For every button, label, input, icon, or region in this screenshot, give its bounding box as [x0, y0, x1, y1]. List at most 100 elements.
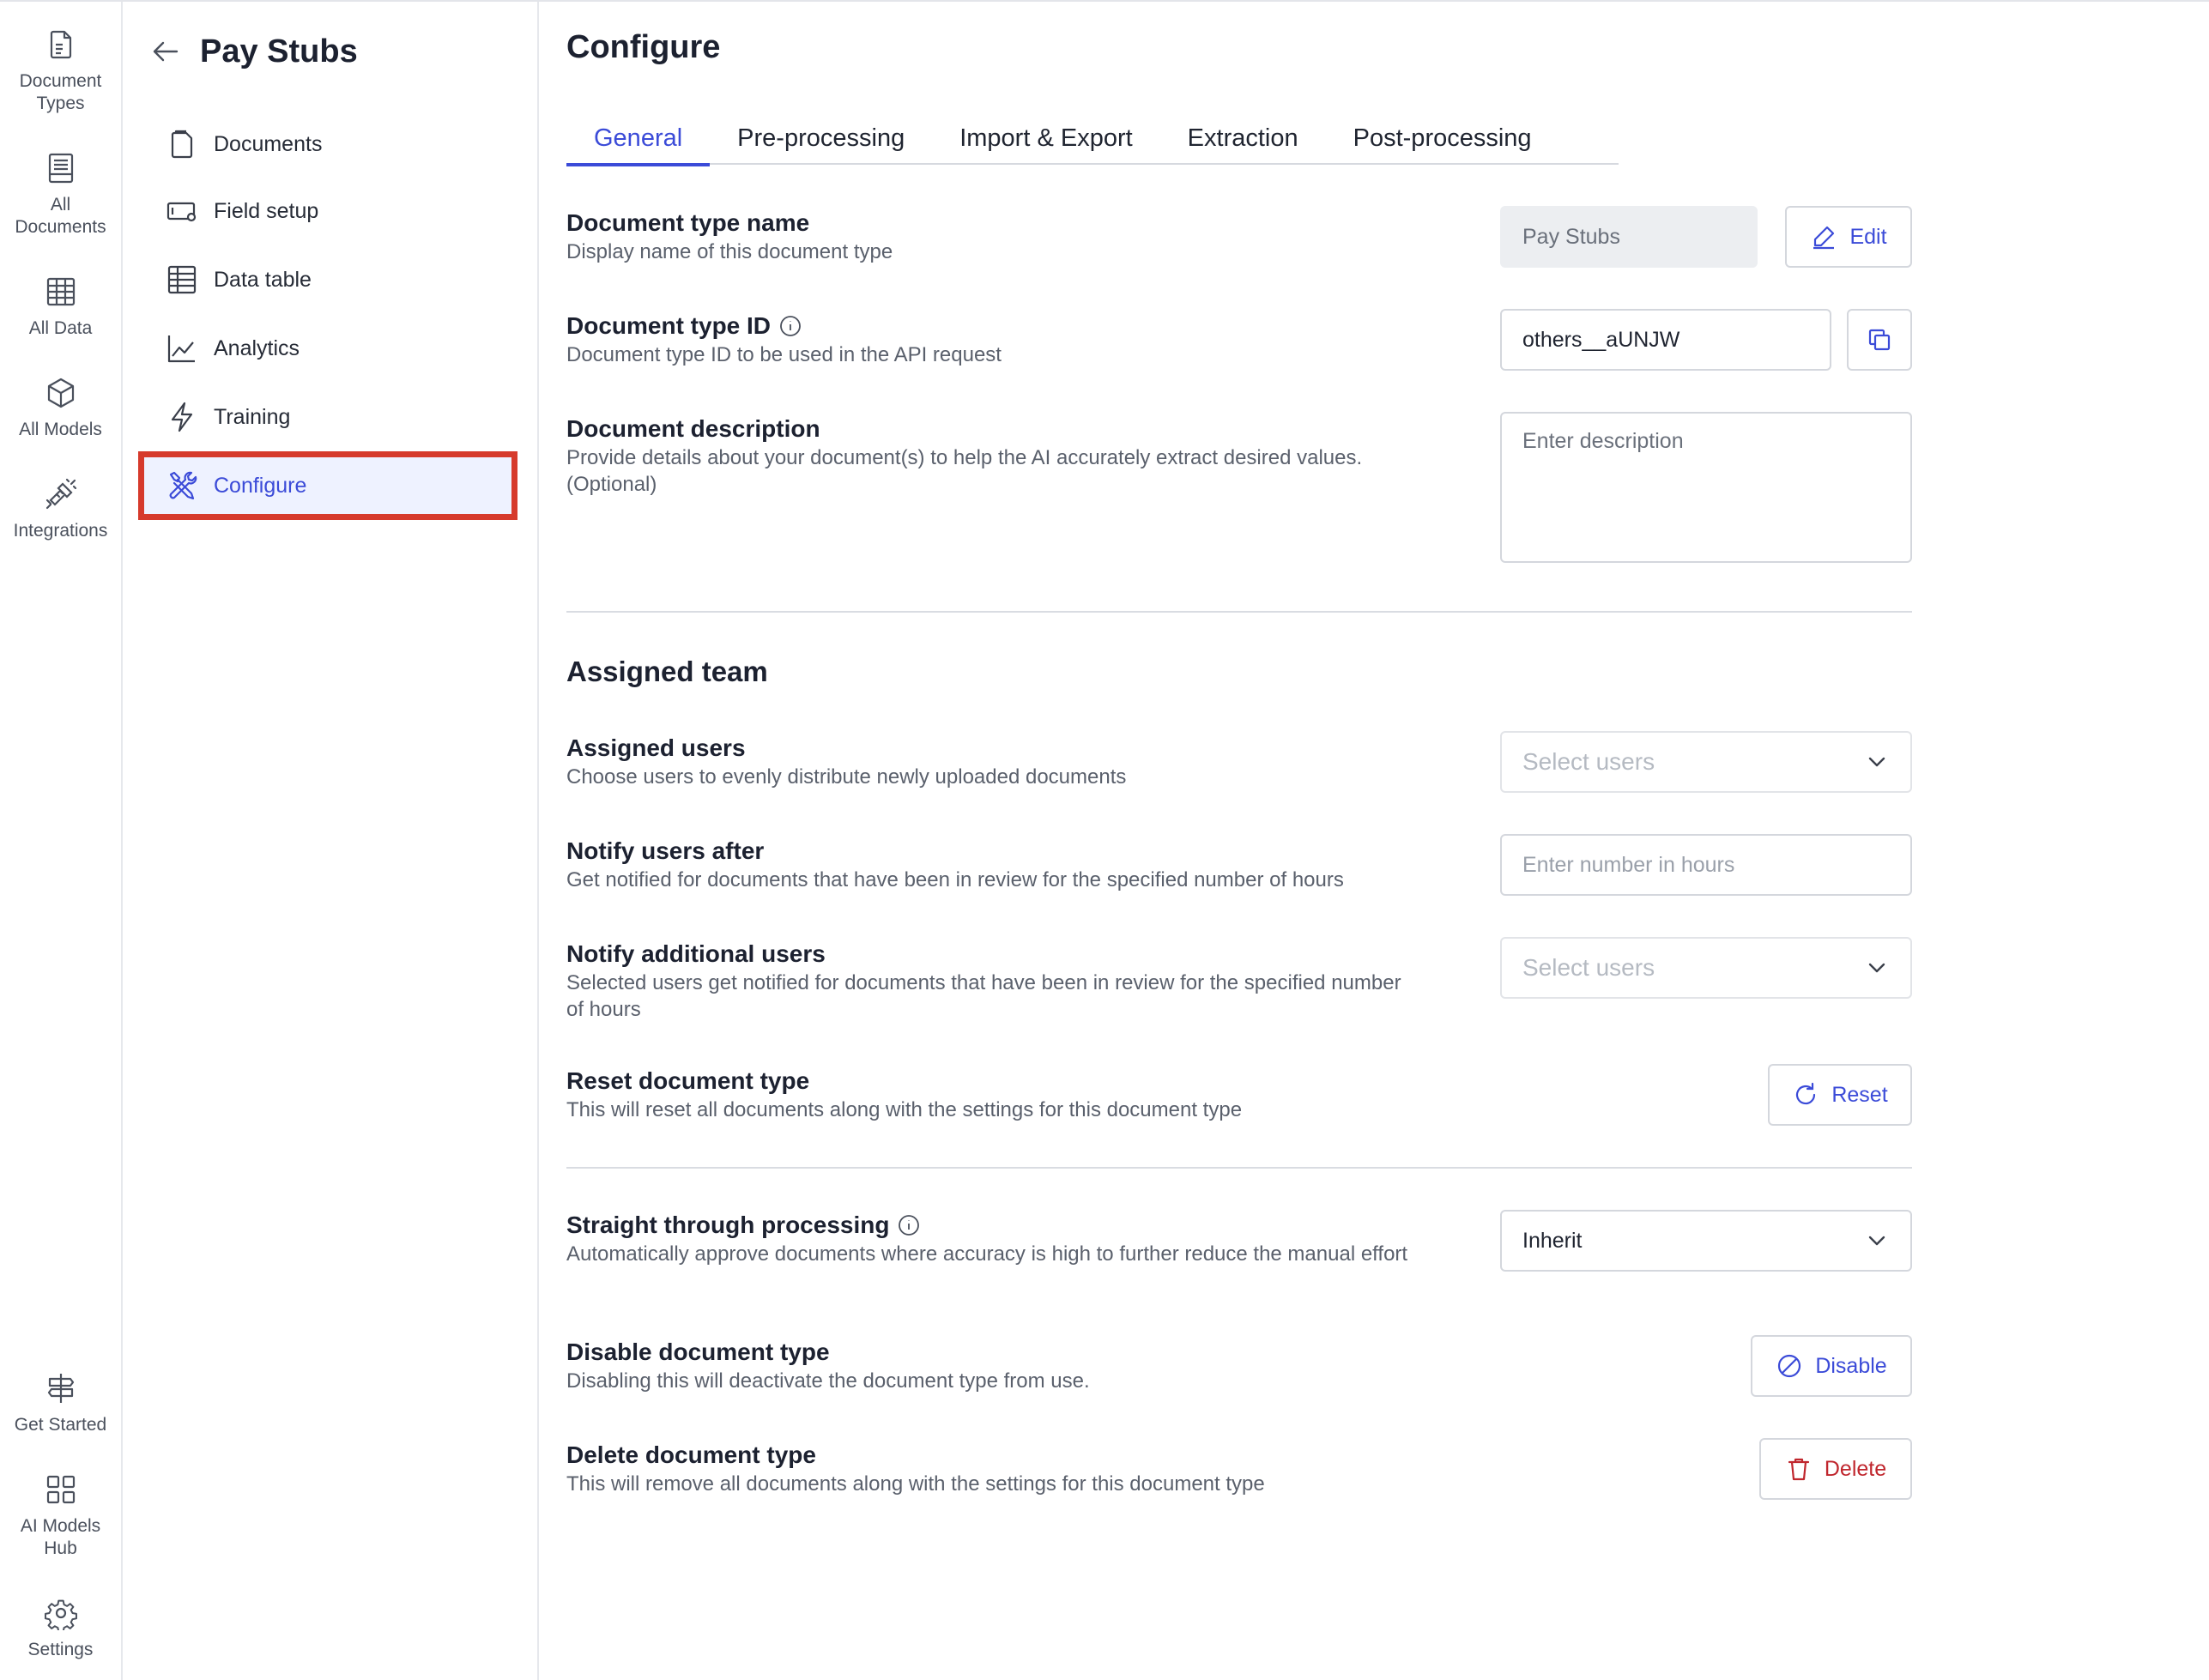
- assigned-team-heading: Assigned team: [566, 656, 768, 687]
- document-type-nav: Pay Stubs Documents Field setup Data tab…: [123, 2, 539, 1680]
- notify-additional-row: Notify additional users Selected users g…: [566, 939, 1407, 1023]
- all-models-icon: [47, 378, 74, 408]
- rail-settings[interactable]: Settings: [0, 1596, 121, 1661]
- nav-item-documents[interactable]: Documents: [142, 113, 514, 175]
- rail-document-types[interactable]: Document Types: [0, 27, 121, 115]
- rail-label: All Models: [19, 420, 102, 439]
- nav-item-analytics[interactable]: Analytics: [142, 317, 514, 379]
- setting-description: Display name of this document type: [566, 240, 893, 263]
- pencil-icon: [1813, 226, 1835, 250]
- setting-title: Reset document type: [566, 1067, 810, 1094]
- assigned-users-select[interactable]: Select users: [1500, 731, 1912, 793]
- tab-post-processing[interactable]: Post-processing: [1326, 112, 1559, 165]
- edit-button-label: Edit: [1849, 224, 1887, 249]
- trash-icon: [1788, 1458, 1809, 1481]
- nav-item-field-setup[interactable]: Field setup: [142, 180, 514, 242]
- nav-item-label: Documents: [214, 131, 323, 156]
- nav-item-training[interactable]: Training: [142, 386, 514, 448]
- delete-button[interactable]: Delete: [1759, 1438, 1912, 1500]
- rail-all-data[interactable]: All Data: [0, 275, 121, 340]
- integrations-icon: [45, 478, 76, 510]
- all-documents-icon: [48, 153, 73, 184]
- info-icon[interactable]: [898, 1214, 920, 1236]
- rail-all-documents[interactable]: All Documents: [0, 151, 121, 239]
- doc-type-id-field[interactable]: others__aUNJW: [1500, 309, 1831, 371]
- chevron-down-icon: [1864, 955, 1890, 981]
- setting-title: Delete document type: [566, 1441, 816, 1468]
- disable-row: Disable document type Disabling this wil…: [566, 1337, 1090, 1394]
- back-arrow-icon[interactable]: [150, 36, 181, 67]
- rail-label: AI Models Hub: [20, 1516, 101, 1558]
- doc-type-id-row: Document type ID Document type ID to be …: [566, 311, 1002, 368]
- edit-button[interactable]: Edit: [1785, 206, 1912, 268]
- setting-description: Disabling this will deactivate the docum…: [566, 1369, 1090, 1393]
- nav-item-label: Training: [214, 404, 291, 429]
- documents-icon: [171, 130, 193, 159]
- document-types-icon: [50, 30, 71, 59]
- tab-extraction[interactable]: Extraction: [1160, 112, 1326, 165]
- rail-label: Settings: [27, 1640, 94, 1659]
- tab-pre-processing[interactable]: Pre-processing: [710, 112, 932, 165]
- notify-after-row: Notify users after Get notified for docu…: [566, 836, 1344, 893]
- nav-item-label: Field setup: [214, 198, 319, 223]
- setting-description: Get notified for documents that have bee…: [566, 868, 1344, 891]
- field-setup-icon: [166, 202, 197, 222]
- grid-icon: [46, 1475, 75, 1504]
- all-data-icon: [46, 277, 75, 306]
- notify-additional-select[interactable]: Select users: [1500, 937, 1912, 999]
- main-content: Configure General Pre-processing Import …: [541, 2, 2209, 1680]
- setting-title-wrap: Document type ID: [566, 311, 1002, 341]
- reset-button[interactable]: Reset: [1768, 1064, 1912, 1126]
- settings-tabs: General Pre-processing Import & Export E…: [566, 112, 1619, 166]
- setting-title-wrap: Straight through processing: [566, 1210, 1407, 1241]
- tab-import-export[interactable]: Import & Export: [932, 112, 1159, 165]
- nav-item-data-table[interactable]: Data table: [142, 249, 514, 311]
- reset-button-label: Reset: [1831, 1082, 1888, 1107]
- rail-get-started[interactable]: Get Started: [0, 1371, 121, 1436]
- setting-title: Document type name: [566, 209, 810, 236]
- rail-ai-models-hub[interactable]: AI Models Hub: [0, 1472, 121, 1560]
- doc-type-name-field: Pay Stubs: [1500, 206, 1758, 268]
- select-placeholder: Select users: [1522, 954, 1655, 981]
- setting-description: Provide details about your document(s) t…: [566, 446, 1363, 496]
- setting-description: Selected users get notified for document…: [566, 971, 1401, 1021]
- lightning-icon: [171, 402, 193, 432]
- nav-item-configure[interactable]: Configure: [138, 451, 517, 520]
- assigned-users-row: Assigned users Choose users to evenly di…: [566, 733, 1126, 790]
- rail-all-models[interactable]: All Models: [0, 376, 121, 441]
- nav-item-label: Analytics: [214, 335, 300, 360]
- stp-row: Straight through processing Automaticall…: [566, 1210, 1407, 1267]
- setting-title: Notify additional users: [566, 940, 826, 967]
- rail-label: Get Started: [14, 1415, 107, 1435]
- stp-select[interactable]: Inherit: [1500, 1210, 1912, 1272]
- tools-icon: [169, 471, 197, 500]
- rail-label: All Data: [28, 318, 93, 338]
- setting-description: Automatically approve documents where ac…: [566, 1242, 1408, 1266]
- tab-general[interactable]: General: [566, 112, 711, 166]
- page-title: Configure: [566, 29, 721, 65]
- setting-description: This will reset all documents along with…: [566, 1098, 1243, 1121]
- data-table-icon: [167, 265, 197, 294]
- setting-description: Choose users to evenly distribute newly …: [566, 765, 1127, 789]
- disable-button[interactable]: Disable: [1751, 1335, 1912, 1397]
- select-value: Inherit: [1522, 1228, 1583, 1253]
- doc-description-row: Document description Provide details abo…: [566, 414, 1390, 498]
- setting-description: Document type ID to be used in the API r…: [566, 343, 1002, 366]
- rail-integrations[interactable]: Integrations: [0, 477, 121, 542]
- copy-button[interactable]: [1847, 309, 1912, 371]
- copy-icon: [1868, 329, 1891, 351]
- setting-title: Document type ID: [566, 312, 772, 339]
- setting-title: Straight through processing: [566, 1212, 890, 1238]
- delete-button-label: Delete: [1824, 1456, 1887, 1481]
- document-type-title: Pay Stubs: [200, 33, 358, 69]
- rail-label: Document Types: [19, 71, 102, 113]
- notify-hours-input[interactable]: Enter number in hours: [1500, 834, 1912, 896]
- app-window: Document Types All Documents All Data Al…: [0, 0, 2209, 1680]
- left-rail: Document Types All Documents All Data Al…: [0, 2, 123, 1680]
- signpost-icon: [47, 1374, 74, 1403]
- chevron-down-icon: [1864, 749, 1890, 775]
- select-placeholder: Select users: [1522, 748, 1655, 775]
- chevron-down-icon: [1864, 1228, 1890, 1254]
- info-icon[interactable]: [779, 315, 802, 337]
- description-textarea[interactable]: Enter description: [1500, 412, 1912, 563]
